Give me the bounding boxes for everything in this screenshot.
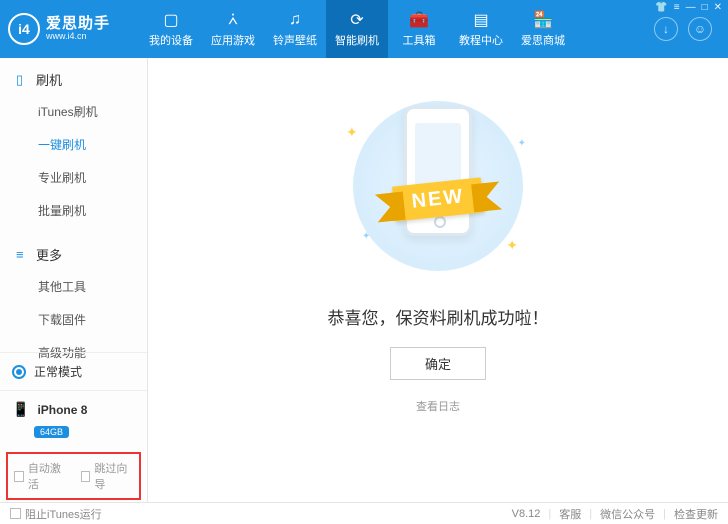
ok-button[interactable]: 确定 bbox=[390, 347, 486, 380]
app-url: www.i4.cn bbox=[46, 32, 110, 42]
tshirt-icon[interactable]: 👕 bbox=[655, 2, 667, 13]
nav-my-device[interactable]: ▢我的设备 bbox=[140, 0, 202, 58]
main-content: ✦ ✦ ✦ ✦ NEW 恭喜您，保资料刷机成功啦！ 确定 查看日志 bbox=[148, 58, 728, 502]
success-message: 恭喜您，保资料刷机成功啦！ bbox=[328, 304, 549, 329]
nav-apps-games[interactable]: ⩑应用游戏 bbox=[202, 0, 264, 58]
app-logo: i4 爱思助手 www.i4.cn bbox=[8, 13, 140, 45]
sidebar-group-more: ≡更多 bbox=[0, 233, 147, 268]
download-button[interactable]: ↓ bbox=[654, 17, 678, 41]
checkbox-skip-guide[interactable]: 跳过向导 bbox=[81, 460, 134, 492]
check-update-link[interactable]: 检查更新 bbox=[674, 506, 718, 522]
settings-icon[interactable]: ≡ bbox=[674, 2, 680, 13]
maximize-button[interactable]: □ bbox=[702, 2, 708, 13]
nav-store[interactable]: 🏪爱思商城 bbox=[512, 0, 574, 58]
nav-ringtone-wallpaper[interactable]: ♫铃声壁纸 bbox=[264, 0, 326, 58]
nav-smart-flash[interactable]: ⟳智能刷机 bbox=[326, 0, 388, 58]
support-link[interactable]: 客服 bbox=[559, 506, 581, 522]
flash-options-highlight: 自动激活 跳过向导 bbox=[6, 452, 141, 500]
sparkle-icon: ✦ bbox=[362, 231, 370, 242]
sidebar: ▯刷机 iTunes刷机 一键刷机 专业刷机 批量刷机 ≡更多 其他工具 下载固… bbox=[0, 58, 148, 502]
apps-icon: ⩑ bbox=[228, 10, 238, 30]
sidebar-group-flash: ▯刷机 bbox=[0, 58, 147, 93]
nav-tutorials[interactable]: ▤教程中心 bbox=[450, 0, 512, 58]
wechat-link[interactable]: 微信公众号 bbox=[600, 506, 655, 522]
sidebar-item-pro-flash[interactable]: 专业刷机 bbox=[0, 161, 147, 194]
sidebar-item-download-firmware[interactable]: 下载固件 bbox=[0, 303, 147, 336]
window-controls: 👕 ≡ — □ ✕ bbox=[655, 2, 722, 13]
device-phone-icon: 📱 bbox=[12, 401, 29, 418]
toolbox-icon: 🧰 bbox=[409, 10, 429, 30]
store-icon: 🏪 bbox=[533, 10, 553, 30]
phone-icon: ▢ bbox=[163, 10, 178, 30]
storage-badge: 64GB bbox=[34, 426, 69, 438]
sparkle-icon: ✦ bbox=[518, 138, 526, 149]
status-bar: 阻止iTunes运行 V8.12 | 客服 | 微信公众号 | 检查更新 bbox=[0, 502, 728, 524]
close-button[interactable]: ✕ bbox=[714, 2, 722, 13]
view-log-link[interactable]: 查看日志 bbox=[416, 398, 460, 414]
nav-toolbox[interactable]: 🧰工具箱 bbox=[388, 0, 450, 58]
mode-indicator-icon bbox=[12, 365, 26, 379]
success-illustration: ✦ ✦ ✦ ✦ NEW bbox=[328, 96, 548, 276]
sidebar-item-oneclick-flash[interactable]: 一键刷机 bbox=[0, 128, 147, 161]
music-icon: ♫ bbox=[289, 10, 301, 30]
top-nav: ▢我的设备 ⩑应用游戏 ♫铃声壁纸 ⟳智能刷机 🧰工具箱 ▤教程中心 🏪爱思商城 bbox=[140, 0, 654, 58]
book-icon: ▤ bbox=[473, 10, 488, 30]
version-label: V8.12 bbox=[512, 508, 541, 520]
app-header: i4 爱思助手 www.i4.cn ▢我的设备 ⩑应用游戏 ♫铃声壁纸 ⟳智能刷… bbox=[0, 0, 728, 58]
connected-device[interactable]: 📱 iPhone 8 64GB bbox=[0, 390, 147, 448]
sidebar-item-other-tools[interactable]: 其他工具 bbox=[0, 270, 147, 303]
device-mode[interactable]: 正常模式 bbox=[0, 352, 147, 390]
account-button[interactable]: ☺ bbox=[688, 17, 712, 41]
sparkle-icon: ✦ bbox=[346, 124, 358, 141]
checkbox-block-itunes[interactable]: 阻止iTunes运行 bbox=[10, 506, 102, 522]
sparkle-icon: ✦ bbox=[506, 237, 518, 254]
refresh-icon: ⟳ bbox=[350, 10, 363, 30]
app-name: 爱思助手 bbox=[46, 16, 110, 33]
checkbox-auto-activate[interactable]: 自动激活 bbox=[14, 460, 67, 492]
minimize-button[interactable]: — bbox=[686, 2, 696, 13]
sidebar-item-itunes-flash[interactable]: iTunes刷机 bbox=[0, 95, 147, 128]
phone-outline-icon: ▯ bbox=[16, 72, 30, 88]
logo-icon: i4 bbox=[8, 13, 40, 45]
menu-icon: ≡ bbox=[16, 247, 30, 262]
sidebar-item-batch-flash[interactable]: 批量刷机 bbox=[0, 194, 147, 227]
